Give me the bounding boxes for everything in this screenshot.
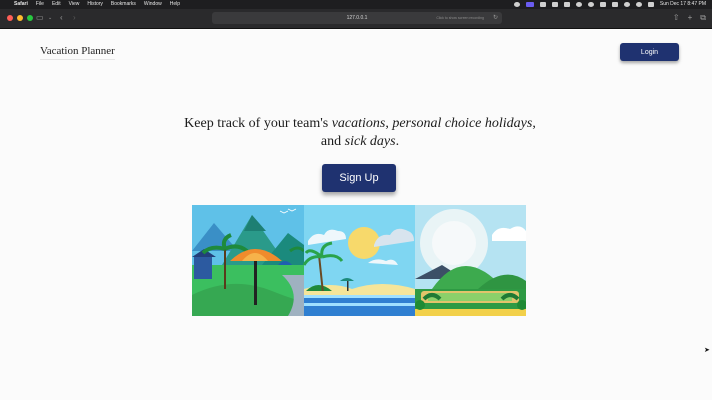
address-text: 127.0.0.1 — [346, 15, 368, 21]
tagline-text-1: Keep track of your team's — [184, 116, 332, 131]
menu-edit[interactable]: Edit — [52, 0, 61, 9]
bluetooth-icon[interactable] — [599, 2, 606, 7]
brand-logo[interactable]: Vacation Planner — [40, 45, 115, 60]
close-window-icon[interactable] — [7, 15, 13, 21]
tagline-emphasis-personal: personal choice holidays — [392, 116, 533, 131]
hero-illustrations — [192, 205, 526, 316]
address-bar[interactable]: 127.0.0.1 Click to show screen recording… — [212, 12, 502, 24]
tagline-emphasis-sick-days: sick days — [344, 134, 396, 149]
extension-icon[interactable] — [539, 2, 546, 7]
reload-icon[interactable]: ↻ — [493, 12, 498, 24]
sidebar-chevron-icon[interactable]: ⌄ — [48, 13, 52, 23]
screen-record-icon[interactable] — [513, 2, 520, 7]
menu-bar: Safari File Edit View History Bookmarks … — [0, 0, 712, 9]
zoom-window-icon[interactable] — [27, 15, 33, 21]
window-controls — [7, 15, 33, 21]
menu-history[interactable]: History — [87, 0, 103, 9]
address-hint: Click to show screen recording — [436, 16, 484, 20]
browser-toolbar: ▭ ⌄ ‹ › 127.0.0.1 Click to show screen r… — [0, 9, 712, 29]
menu-help[interactable]: Help — [170, 0, 180, 9]
mouse-cursor-icon: ➤ — [704, 347, 710, 354]
mountain-beach-illustration — [192, 205, 306, 316]
menu-view[interactable]: View — [69, 0, 80, 9]
menu-datetime[interactable]: Sun Dec 17 8:47 PM — [660, 0, 706, 9]
status-icon[interactable] — [563, 2, 570, 7]
search-icon[interactable] — [635, 2, 642, 7]
tagline-emphasis-vacations: vacations — [331, 116, 386, 131]
new-tab-icon[interactable]: + — [688, 13, 693, 23]
menu-bookmarks[interactable]: Bookmarks — [111, 0, 136, 9]
clock-icon[interactable] — [587, 2, 594, 7]
wifi-icon[interactable] — [623, 2, 630, 7]
share-icon[interactable]: ⇧ — [673, 13, 680, 23]
hero-tagline: Keep track of your team's vacations, per… — [180, 115, 540, 151]
active-app-icon[interactable] — [525, 2, 534, 7]
menu-app-name[interactable]: Safari — [14, 0, 28, 9]
island-sun-illustration — [302, 205, 415, 316]
back-icon[interactable]: ‹ — [60, 13, 63, 23]
sync-icon[interactable] — [575, 2, 582, 7]
tagline-text-4: . — [395, 134, 400, 149]
forward-icon[interactable]: › — [73, 13, 76, 23]
menu-window[interactable]: Window — [144, 0, 162, 9]
control-center-icon[interactable] — [647, 2, 654, 7]
hills-hammock-illustration — [415, 205, 526, 316]
tray-icon[interactable] — [551, 2, 558, 7]
signup-button[interactable]: Sign Up — [322, 164, 396, 192]
login-button[interactable]: Login — [620, 43, 679, 61]
minimize-window-icon[interactable] — [17, 15, 23, 21]
tab-overview-icon[interactable]: ⧉ — [700, 13, 706, 23]
menu-file[interactable]: File — [36, 0, 44, 9]
battery-icon[interactable] — [611, 2, 618, 7]
sidebar-toggle-icon[interactable]: ▭ — [36, 13, 44, 23]
